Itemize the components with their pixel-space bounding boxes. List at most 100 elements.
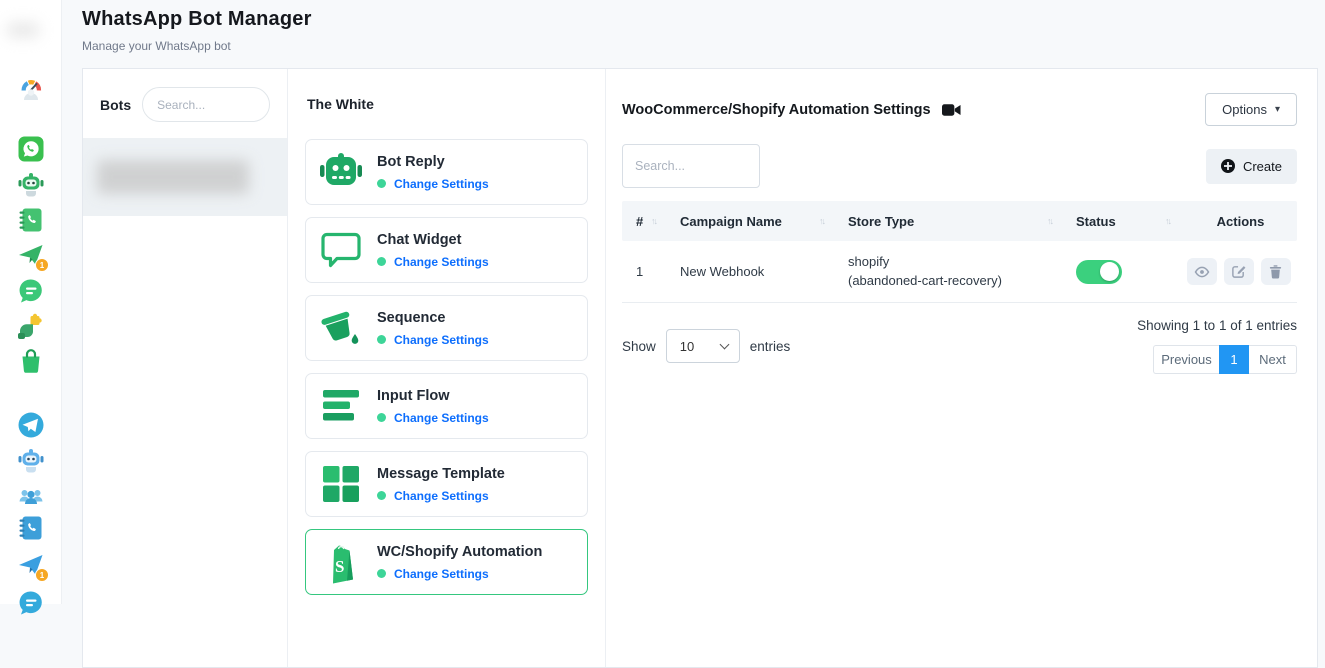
whatsapp-phonebook-icon[interactable] [17, 206, 45, 234]
sort-icon: ↑↓ [1165, 216, 1170, 226]
dashboard-gauge-icon[interactable] [17, 74, 45, 102]
bot-list-item-selected[interactable] [83, 138, 287, 216]
table-header-row: #↑↓ Campaign Name↑↓ Store Type↑↓ Status↑… [622, 201, 1297, 241]
telegram-phonebook-icon[interactable] [17, 514, 45, 542]
entries-label: entries [750, 339, 791, 354]
page-size-select[interactable]: 10 [666, 329, 740, 363]
chat-widget-icon [318, 227, 364, 273]
table-search-input[interactable] [622, 144, 760, 188]
menu-item-label: Input Flow [377, 388, 489, 404]
menu-item-label: Chat Widget [377, 232, 489, 248]
previous-page-button[interactable]: Previous [1153, 345, 1219, 374]
bot-menu-panel: The White [288, 69, 606, 667]
column-header-actions: Actions [1180, 214, 1297, 229]
chevron-down-icon [719, 339, 729, 349]
caret-down-icon: ▾ [1275, 104, 1280, 115]
menu-item-label: WC/Shopify Automation [377, 544, 542, 560]
whatsapp-icon[interactable] [17, 135, 45, 163]
app-root: 1 [0, 0, 1325, 604]
status-toggle[interactable] [1076, 260, 1122, 284]
bot-reply-icon [318, 149, 364, 195]
entries-summary: Showing 1 to 1 of 1 entries [1137, 318, 1297, 333]
status-dot [377, 257, 386, 266]
edit-button[interactable] [1224, 258, 1254, 285]
page-size-value: 10 [680, 339, 694, 354]
whatsapp-campaign-icon[interactable]: 1 [17, 242, 45, 270]
campaign-name: New Webhook [666, 264, 834, 279]
blurred-logo [6, 22, 40, 38]
redacted-bot-name [97, 160, 249, 194]
plus-circle-icon [1221, 159, 1235, 173]
svg-text:S: S [335, 557, 344, 576]
notification-badge: 1 [35, 568, 49, 582]
video-tutorial-icon[interactable] [942, 103, 961, 117]
page: WhatsApp Bot Manager Manage your WhatsAp… [62, 0, 1325, 604]
options-button-label: Options [1222, 102, 1267, 117]
delete-button[interactable] [1261, 258, 1291, 285]
change-settings-link[interactable]: Change Settings [394, 411, 489, 425]
page-subtitle: Manage your WhatsApp bot [82, 39, 1325, 53]
change-settings-link[interactable]: Change Settings [394, 255, 489, 269]
store-type: shopify (abandoned-cart-recovery) [834, 253, 1062, 291]
current-page-button[interactable]: 1 [1219, 345, 1249, 374]
bots-panel-header: Bots [83, 69, 287, 138]
change-settings-link[interactable]: Change Settings [394, 489, 489, 503]
shop-bag-icon[interactable] [17, 347, 45, 375]
menu-item-bot-reply[interactable]: Bot Reply Change Settings [305, 139, 588, 205]
section-title: WooCommerce/Shopify Automation Settings [622, 102, 931, 118]
bots-search-input[interactable] [142, 87, 270, 122]
change-settings-link[interactable]: Change Settings [394, 567, 489, 581]
campaigns-table: #↑↓ Campaign Name↑↓ Store Type↑↓ Status↑… [622, 201, 1297, 303]
table-row: 1 New Webhook shopify (abandoned-cart-re… [622, 241, 1297, 303]
icon-rail: 1 [0, 0, 62, 604]
change-settings-link[interactable]: Change Settings [394, 333, 489, 347]
menu-item-input-flow[interactable]: Input Flow Change Settings [305, 373, 588, 439]
telegram-icon[interactable] [17, 411, 45, 439]
show-label: Show [622, 339, 656, 354]
create-button-label: Create [1243, 159, 1282, 174]
next-page-button[interactable]: Next [1249, 345, 1297, 374]
column-header-store-type[interactable]: Store Type↑↓ [834, 214, 1062, 229]
status-dot [377, 569, 386, 578]
shopify-icon: S [318, 539, 364, 585]
view-button[interactable] [1187, 258, 1217, 285]
whatsapp-bot-icon[interactable] [17, 170, 45, 198]
menu-item-wc-shopify-automation[interactable]: S WC/Shopify Automation Change Settings [305, 529, 588, 595]
status-dot [377, 491, 386, 500]
automation-settings-panel: WooCommerce/Shopify Automation Settings … [606, 69, 1317, 667]
pagination: Previous 1 Next [1153, 345, 1297, 374]
sort-icon: ↑↓ [819, 216, 824, 226]
column-header-number[interactable]: #↑↓ [622, 214, 666, 229]
sort-icon: ↑↓ [1047, 216, 1052, 226]
telegram-bot-icon[interactable] [17, 446, 45, 474]
menu-item-sequence[interactable]: Sequence Change Settings [305, 295, 588, 361]
table-footer: Show 10 entries Showing 1 to 1 of 1 entr… [622, 318, 1297, 374]
sequence-icon [318, 305, 364, 351]
bots-panel: Bots [83, 69, 288, 667]
change-settings-link[interactable]: Change Settings [394, 177, 489, 191]
status-dot [377, 335, 386, 344]
actions-cell [1180, 258, 1297, 285]
create-button[interactable]: Create [1206, 149, 1297, 184]
options-button[interactable]: Options ▾ [1205, 93, 1297, 126]
whatsapp-chat-icon[interactable] [17, 277, 45, 305]
telegram-groups-icon[interactable] [17, 482, 45, 510]
menu-item-label: Bot Reply [377, 154, 489, 170]
menu-item-label: Message Template [377, 466, 505, 482]
menu-item-label: Sequence [377, 310, 489, 326]
toggle-knob [1100, 262, 1119, 281]
message-template-icon [318, 461, 364, 507]
status-cell [1062, 260, 1180, 284]
status-dot [377, 179, 386, 188]
menu-item-message-template[interactable]: Message Template Change Settings [305, 451, 588, 517]
row-number: 1 [622, 264, 666, 279]
selected-bot-name: The White [305, 69, 588, 112]
column-header-status[interactable]: Status↑↓ [1062, 214, 1180, 229]
integration-icon[interactable] [17, 312, 45, 340]
page-title: WhatsApp Bot Manager [82, 8, 1325, 31]
menu-item-chat-widget[interactable]: Chat Widget Change Settings [305, 217, 588, 283]
telegram-chat-icon[interactable] [17, 589, 45, 617]
telegram-campaign-icon[interactable]: 1 [17, 552, 45, 580]
page-header: WhatsApp Bot Manager Manage your WhatsAp… [62, 0, 1325, 53]
column-header-campaign-name[interactable]: Campaign Name↑↓ [666, 214, 834, 229]
